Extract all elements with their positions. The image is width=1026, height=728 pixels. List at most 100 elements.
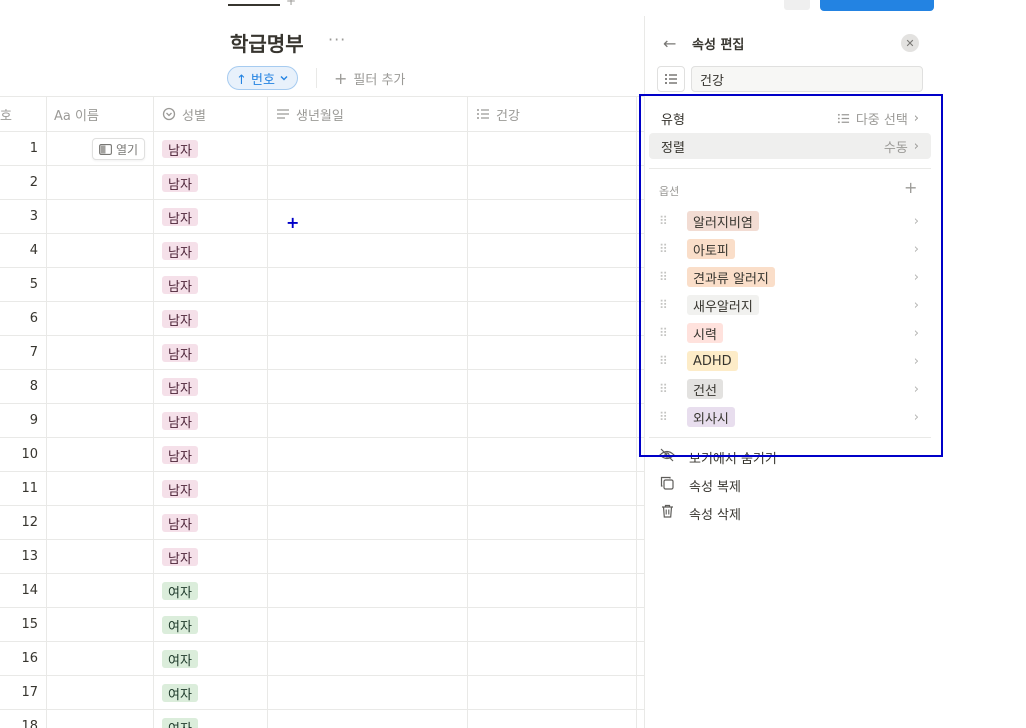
- column-header-health[interactable]: 건강: [476, 97, 520, 131]
- hide-in-view-button[interactable]: 보기에서 숨기기: [659, 445, 777, 469]
- property-edit-panel: ← 속성 편집 ✕ 유형 다중 선택 › 정렬 수동 › 옵션 + ⠿ 알러지비염…: [644, 16, 1026, 728]
- table-row[interactable]: 8 남자: [0, 370, 644, 404]
- option-item[interactable]: ⠿ 시력 ›: [649, 319, 931, 347]
- table-row[interactable]: 16 여자: [0, 642, 644, 676]
- chevron-right-icon: ›: [913, 269, 919, 285]
- column-header-label: 생년월일: [296, 108, 344, 124]
- row-number: 11: [21, 481, 38, 496]
- page-title: 학급명부: [230, 32, 304, 56]
- gender-tag: 남자: [162, 378, 198, 397]
- column-header-label: Aa 이름: [54, 108, 99, 124]
- toolbar-button-fragment[interactable]: [784, 0, 810, 10]
- column-header-number[interactable]: 호: [0, 97, 12, 131]
- table-row[interactable]: 1 열기 남자: [0, 132, 644, 166]
- table-row[interactable]: 11 남자: [0, 472, 644, 506]
- add-filter-label: 필터 추가: [353, 72, 406, 88]
- drag-handle-icon[interactable]: ⠿: [659, 214, 679, 228]
- chevron-right-icon: ›: [913, 213, 919, 229]
- gender-tag: 남자: [162, 344, 198, 363]
- table-row[interactable]: 18 여자: [0, 710, 644, 728]
- drag-handle-icon[interactable]: ⠿: [659, 326, 679, 340]
- column-divider: [467, 96, 468, 728]
- gender-tag: 여자: [162, 616, 198, 635]
- table-row[interactable]: 4 남자: [0, 234, 644, 268]
- table-row[interactable]: 7 남자: [0, 336, 644, 370]
- duplicate-property-button[interactable]: 속성 복제: [659, 473, 741, 497]
- option-item[interactable]: ⠿ 건선 ›: [649, 375, 931, 403]
- gender-tag: 여자: [162, 718, 198, 728]
- property-name-input[interactable]: [691, 66, 923, 92]
- column-divider: [46, 96, 47, 728]
- option-item[interactable]: ⠿ 알러지비염 ›: [649, 207, 931, 235]
- sort-chip[interactable]: ↑ 번호: [227, 66, 298, 90]
- column-header-gender[interactable]: 성별: [162, 97, 206, 131]
- option-item[interactable]: ⠿ ADHD ›: [649, 347, 931, 375]
- gender-tag: 남자: [162, 174, 198, 193]
- table-row[interactable]: 5 남자: [0, 268, 644, 302]
- row-number: 9: [29, 413, 38, 428]
- drag-handle-icon[interactable]: ⠿: [659, 242, 679, 256]
- gender-tag: 남자: [162, 310, 198, 329]
- chevron-right-icon: ›: [913, 297, 919, 313]
- property-sort-label: 정렬: [661, 140, 685, 156]
- add-view-icon[interactable]: +: [286, 0, 296, 8]
- option-tag: 새우알러지: [687, 295, 759, 315]
- select-icon: [162, 107, 176, 121]
- option-item[interactable]: ⠿ 외사시 ›: [649, 403, 931, 431]
- list-icon: [837, 113, 849, 123]
- column-header-birthdate[interactable]: 생년월일: [276, 97, 344, 131]
- options-label: 옵션: [659, 185, 680, 198]
- table-body: 1 열기 남자 2 남자 3 남자 4 남자 5 남자 6 남자 7 남자 8 남자 9 남자 10 남자 11 남자 12 남…: [0, 132, 644, 728]
- drag-handle-icon[interactable]: ⠿: [659, 354, 679, 368]
- option-item[interactable]: ⠿ 새우알러지 ›: [649, 291, 931, 319]
- chevron-right-icon: ›: [913, 381, 919, 397]
- more-icon[interactable]: ···: [328, 30, 346, 49]
- drag-handle-icon[interactable]: ⠿: [659, 410, 679, 424]
- table-row[interactable]: 14 여자: [0, 574, 644, 608]
- table-row[interactable]: 17 여자: [0, 676, 644, 710]
- row-number: 4: [29, 243, 38, 258]
- option-tag: ADHD: [687, 351, 738, 371]
- gender-tag: 여자: [162, 582, 198, 601]
- table-row[interactable]: 6 남자: [0, 302, 644, 336]
- delete-property-button[interactable]: 속성 삭제: [659, 501, 741, 525]
- table-row[interactable]: 9 남자: [0, 404, 644, 438]
- chevron-right-icon: ›: [913, 353, 919, 369]
- view-tab-fragment[interactable]: [228, 0, 280, 6]
- row-number: 10: [21, 447, 38, 462]
- property-type-row[interactable]: 유형 다중 선택 ›: [649, 105, 931, 131]
- property-sort-row[interactable]: 정렬 수동 ›: [649, 133, 931, 159]
- row-number: 14: [21, 583, 38, 598]
- open-row-button[interactable]: 열기: [92, 138, 146, 160]
- table-row[interactable]: 12 남자: [0, 506, 644, 540]
- row-number: 17: [21, 685, 38, 700]
- row-number: 15: [21, 617, 38, 632]
- drag-handle-icon[interactable]: ⠿: [659, 298, 679, 312]
- gender-tag: 남자: [162, 412, 198, 431]
- drag-handle-icon[interactable]: ⠿: [659, 270, 679, 284]
- drag-handle-icon[interactable]: ⠿: [659, 382, 679, 396]
- option-item[interactable]: ⠿ 견과류 알러지 ›: [649, 263, 931, 291]
- back-arrow-icon[interactable]: ←: [663, 34, 676, 53]
- property-type-icon-button[interactable]: [657, 66, 685, 92]
- table-row[interactable]: 3 남자: [0, 200, 644, 234]
- new-button-fragment[interactable]: [820, 0, 934, 11]
- close-icon[interactable]: ✕: [901, 34, 919, 52]
- gender-tag: 여자: [162, 650, 198, 669]
- gender-tag: 남자: [162, 548, 198, 567]
- add-filter-button[interactable]: + 필터 추가: [334, 68, 405, 88]
- add-option-icon[interactable]: +: [904, 178, 917, 197]
- gender-tag: 남자: [162, 276, 198, 295]
- row-number: 16: [21, 651, 38, 666]
- table-row[interactable]: 15 여자: [0, 608, 644, 642]
- gender-tag: 여자: [162, 684, 198, 703]
- panel-divider: [649, 437, 931, 438]
- open-row-label: 열기: [116, 142, 139, 157]
- option-item[interactable]: ⠿ 아토피 ›: [649, 235, 931, 263]
- table-row[interactable]: 13 남자: [0, 540, 644, 574]
- option-tag: 건선: [687, 379, 723, 399]
- table-row[interactable]: 2 남자: [0, 166, 644, 200]
- column-header-name[interactable]: Aa 이름: [54, 97, 99, 131]
- table-row[interactable]: 10 남자: [0, 438, 644, 472]
- chevron-right-icon: ›: [913, 325, 919, 341]
